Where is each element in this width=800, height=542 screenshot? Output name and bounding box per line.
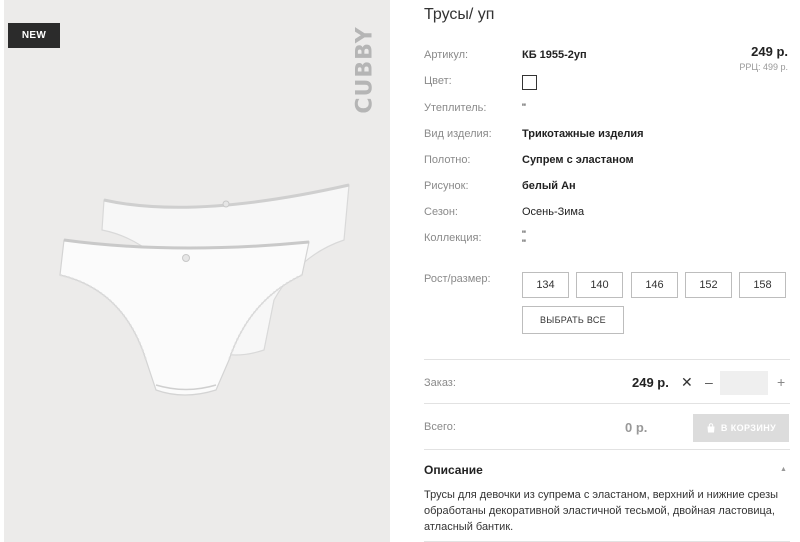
add-to-cart-label: В КОРЗИНУ (720, 423, 777, 433)
divider (424, 403, 790, 404)
attr-value-article: КБ 1955-2уп (522, 49, 587, 61)
attr-label-insulation: Утеплитель: (424, 102, 487, 114)
color-swatch[interactable] (522, 75, 537, 90)
divider (424, 359, 790, 360)
brand-logo: CUBBY (350, 20, 380, 120)
times-icon: ✕ (681, 374, 693, 390)
size-option-158[interactable]: 158 (739, 272, 786, 298)
attr-label-season: Сезон: (424, 206, 458, 218)
size-option-134[interactable]: 134 (522, 272, 569, 298)
description-heading[interactable]: Описание (424, 463, 483, 477)
order-price: 249 р. (632, 375, 669, 390)
attr-label-fabric: Полотно: (424, 154, 471, 166)
size-option-152[interactable]: 152 (685, 272, 732, 298)
product-image-panel: NEW CUBBY (4, 0, 390, 542)
size-option-146[interactable]: 146 (631, 272, 678, 298)
quantity-input[interactable] (720, 371, 768, 395)
sizes-label: Рост/размер: (424, 273, 491, 285)
increase-quantity-icon[interactable]: + (777, 374, 785, 390)
attr-value-season: Осень-Зима (522, 206, 585, 218)
divider (424, 449, 790, 450)
total-value: 0 р. (625, 420, 648, 435)
attr-value-product-type: Трикотажные изделия (522, 128, 644, 140)
brand-label: CUBBY (352, 26, 378, 114)
add-to-cart-button[interactable]: В КОРЗИНУ (693, 414, 789, 442)
attr-label-pattern: Рисунок: (424, 180, 469, 192)
select-all-sizes-button[interactable]: ВЫБРАТЬ ВСЕ (522, 306, 624, 334)
product-rrp: РРЦ: 499 р. (739, 62, 788, 72)
attr-label-article: Артикул: (424, 49, 469, 61)
product-title: Трусы/ уп (424, 6, 495, 23)
description-text: Трусы для девочки из супрема с эластаном… (424, 489, 779, 533)
attr-value-pattern: белый Ан (522, 180, 576, 192)
attr-value-fabric: Супрем с эластаном (522, 154, 634, 166)
order-label: Заказ: (424, 377, 456, 389)
attr-value-insulation: " (522, 102, 526, 114)
product-info: Трусы/ уп 249 р. РРЦ: 499 р. Артикул: КБ… (424, 0, 790, 542)
decrease-quantity-icon[interactable]: – (705, 374, 713, 390)
product-photo[interactable] (44, 180, 354, 405)
attr-label-collection: Коллекция: (424, 232, 482, 244)
attr-label-color: Цвет: (424, 75, 452, 87)
bag-icon (707, 423, 715, 433)
attr-label-product-type: Вид изделия: (424, 128, 492, 140)
new-badge: NEW (8, 23, 60, 48)
collapse-arrow-icon[interactable]: ▲ (780, 466, 787, 473)
total-label: Всего: (424, 421, 456, 433)
product-price: 249 р. (751, 44, 788, 59)
size-option-140[interactable]: 140 (576, 272, 623, 298)
attr-value-collection: " " (522, 229, 526, 250)
